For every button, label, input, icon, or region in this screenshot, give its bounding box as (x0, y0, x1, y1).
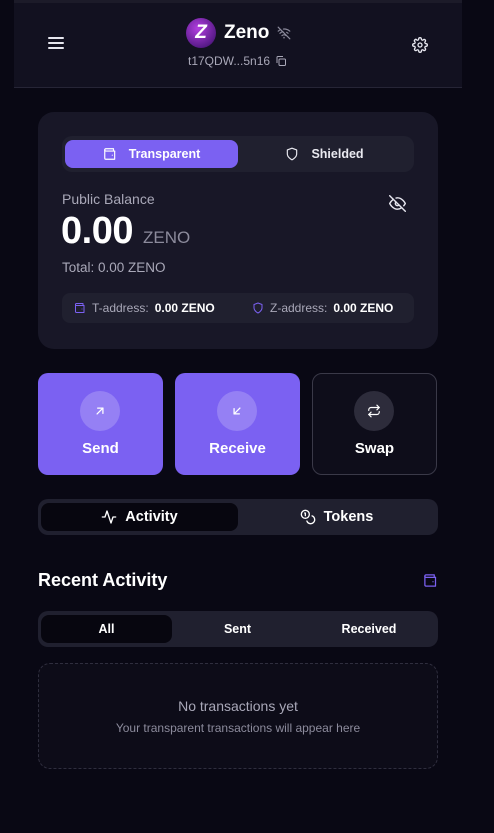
z-address-value: 0.00 ZENO (333, 301, 394, 315)
wifi-off-icon (277, 26, 291, 40)
swap-icon-circle (354, 391, 394, 431)
main-tabs: Activity Tokens (38, 499, 438, 535)
tab-shielded-label: Shielded (311, 147, 364, 161)
tab-activity-label: Activity (125, 509, 178, 525)
receive-label: Receive (209, 440, 266, 457)
filter-sent[interactable]: Sent (172, 615, 303, 643)
t-address-value: 0.00 ZENO (154, 301, 215, 315)
tab-shielded[interactable]: Shielded (238, 140, 411, 168)
swap-label: Swap (354, 440, 395, 457)
wallet-address: t17QDW...5n16 (188, 54, 271, 68)
arrow-up-right-icon (96, 407, 104, 415)
send-button[interactable]: Send (38, 373, 163, 475)
tab-transparent-label: Transparent (128, 147, 201, 161)
balance-unit: ZENO (142, 228, 191, 247)
filter-received[interactable]: Received (303, 615, 435, 643)
tab-tokens[interactable]: Tokens (238, 503, 435, 531)
swap-button[interactable]: Swap (312, 373, 437, 475)
receive-button[interactable]: Receive (175, 373, 300, 475)
empty-state-subtitle: Your transparent transactions will appea… (115, 721, 361, 735)
tab-tokens-label: Tokens (323, 509, 374, 525)
activity-icon (101, 510, 117, 524)
send-icon-circle (80, 391, 120, 431)
app-title: Zeno (224, 22, 270, 43)
swap-icon (368, 404, 380, 418)
filter-all[interactable]: All (41, 615, 172, 643)
send-label: Send (82, 440, 119, 457)
zeno-logo: Z (186, 18, 216, 48)
z-address-label: Z-address: (270, 301, 328, 315)
activity-filter-tabs: All Sent Received (38, 611, 438, 647)
shield-icon (253, 302, 263, 314)
balance-amount: 0.00 (61, 210, 133, 252)
copy-icon[interactable] (275, 55, 287, 67)
balance-total: Total: 0.00 ZENO (62, 260, 166, 275)
wallet-icon[interactable] (423, 573, 438, 588)
eye-off-icon[interactable] (389, 195, 406, 212)
app-header: Z Zeno t17QDW...5n16 (14, 3, 462, 88)
tab-transparent[interactable]: Transparent (65, 140, 238, 168)
menu-icon-bar (48, 47, 64, 49)
gear-icon[interactable] (412, 37, 428, 53)
balance-amount-row: 0.00 ZENO (61, 210, 190, 253)
shield-icon (287, 147, 298, 161)
menu-icon-bar (48, 37, 64, 39)
menu-icon-bar (48, 42, 64, 44)
z-address-balance: Z-address: 0.00 ZENO (252, 293, 393, 323)
balance-card: Transparent Shielded Public Balance 0.00… (38, 112, 438, 349)
empty-state: No transactions yet Your transparent tra… (38, 663, 438, 769)
menu-button[interactable] (48, 37, 64, 53)
tab-activity[interactable]: Activity (41, 503, 238, 531)
t-address-label: T-address: (92, 301, 149, 315)
coins-icon (300, 509, 315, 525)
receive-icon-circle (217, 391, 257, 431)
arrow-down-left-icon (233, 407, 241, 415)
t-address-balance: T-address: 0.00 ZENO (74, 293, 215, 323)
balance-mode-toggle: Transparent Shielded (62, 136, 414, 172)
empty-state-title: No transactions yet (178, 698, 298, 714)
recent-activity-title: Recent Activity (38, 570, 168, 590)
wallet-icon (103, 148, 115, 160)
wallet-icon (75, 303, 85, 313)
address-balances: T-address: 0.00 ZENO Z-address: 0.00 ZEN… (62, 293, 414, 323)
wallet-address-row: t17QDW...5n16 (188, 54, 287, 68)
balance-label: Public Balance (62, 191, 155, 207)
brand: Z Zeno (186, 18, 291, 48)
